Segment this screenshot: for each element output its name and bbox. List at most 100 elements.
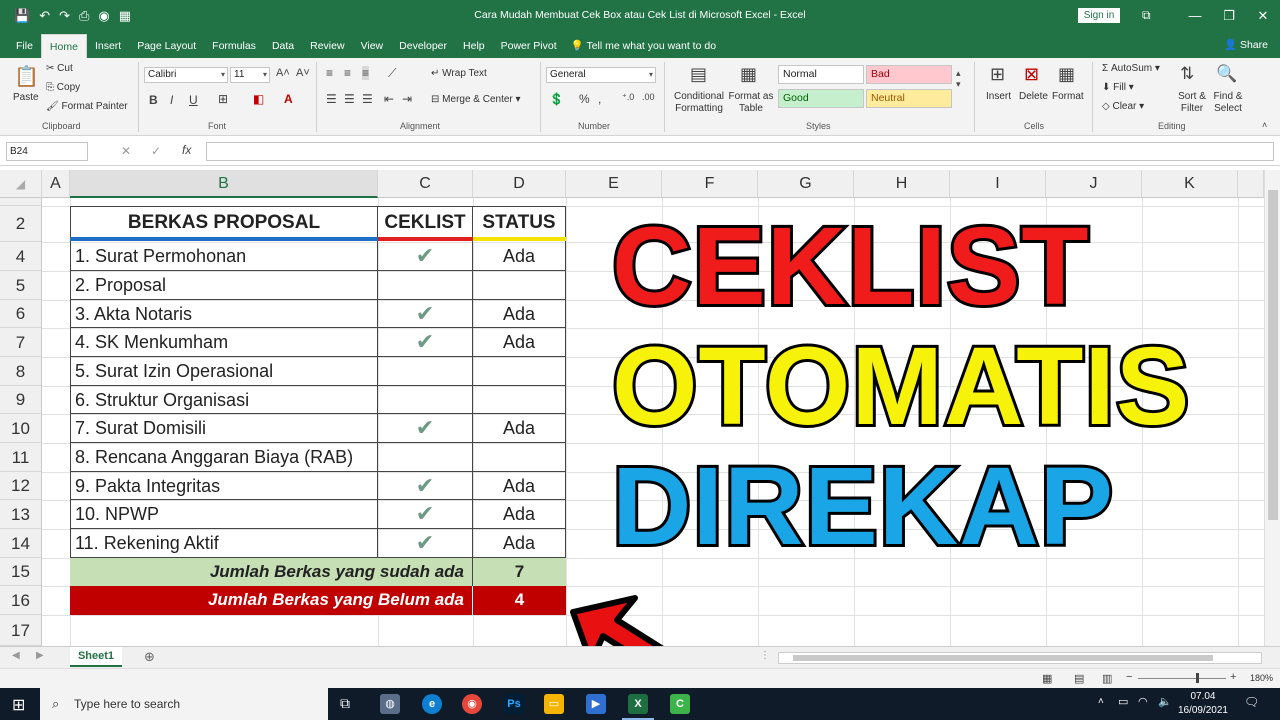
task-view-icon[interactable]: ⧉ — [340, 695, 350, 712]
status-cell[interactable]: Ada — [473, 414, 566, 443]
merge-center-button[interactable]: ⊟ Merge & Center ▾ — [431, 94, 521, 105]
clear-button[interactable]: ◇ Clear ▾ — [1102, 101, 1144, 112]
zoom-in-icon[interactable]: + — [1230, 671, 1236, 683]
row-header-17[interactable]: 17 — [0, 615, 42, 646]
status-cell[interactable] — [473, 271, 566, 300]
summary-missing-label-cell[interactable]: Jumlah Berkas yang Belum ada — [70, 586, 473, 615]
normal-view-icon[interactable]: ▦ — [1042, 672, 1052, 685]
new-sheet-icon[interactable]: ⊕ — [144, 649, 155, 665]
row-header-6[interactable]: 6 — [0, 300, 42, 328]
column-header-j[interactable]: J — [1046, 170, 1142, 198]
tab-insert[interactable]: Insert — [87, 34, 129, 58]
shrink-font-icon[interactable]: A˅ — [296, 67, 310, 79]
paste-button[interactable]: Paste — [13, 92, 39, 103]
horizontal-scrollbar[interactable] — [778, 652, 1262, 664]
column-header-k[interactable]: K — [1142, 170, 1238, 198]
close-button[interactable]: ✕ — [1246, 0, 1280, 32]
font-size-select[interactable]: 11 — [230, 67, 270, 83]
row-header-15[interactable]: 15 — [0, 558, 42, 586]
ceklist-cell[interactable] — [378, 357, 473, 386]
increase-decimal-icon[interactable]: ⁺.0 — [622, 92, 634, 103]
percent-icon[interactable]: % — [579, 92, 590, 106]
camtasia-icon[interactable]: C — [670, 694, 690, 714]
align-right-icon[interactable]: ☰ — [362, 92, 373, 106]
style-neutral[interactable]: Neutral — [866, 89, 952, 108]
row-header-11[interactable]: 11 — [0, 443, 42, 472]
table-icon[interactable]: ▦ — [119, 0, 131, 32]
item-name-cell[interactable]: 5. Surat Izin Operasional — [70, 357, 378, 386]
delete-cells-icon[interactable]: ⊠ — [1024, 64, 1039, 85]
format-painter-button[interactable]: 🖌 Format Painter — [46, 101, 128, 112]
increase-indent-icon[interactable]: ⇥ — [402, 92, 412, 106]
battery-icon[interactable]: ▭ — [1118, 695, 1128, 708]
tab-data[interactable]: Data — [264, 34, 302, 58]
item-name-cell[interactable]: 1. Surat Permohonan — [70, 242, 378, 271]
split-handle-icon[interactable]: ⋮ — [760, 650, 770, 661]
redo-icon[interactable]: ↷ — [59, 0, 70, 32]
spreadsheet-grid[interactable]: ◢ A B C D E F G H I J K 2 4 5 6 7 8 9 10… — [0, 170, 1280, 646]
column-header-l[interactable] — [1238, 170, 1264, 198]
status-cell[interactable]: Ada — [473, 529, 566, 558]
row-header-12[interactable]: 12 — [0, 472, 42, 500]
status-cell[interactable]: Ada — [473, 328, 566, 357]
notification-icon[interactable]: 🗨 — [1244, 695, 1259, 709]
item-name-cell[interactable]: 11. Rekening Aktif — [70, 529, 378, 558]
ceklist-cell[interactable]: ✔ — [378, 300, 473, 328]
insert-cells-button[interactable]: Insert — [986, 91, 1011, 102]
align-top-icon[interactable]: ≡ — [326, 66, 333, 80]
ceklist-cell[interactable] — [378, 443, 473, 472]
media-icon[interactable]: ▶ — [586, 694, 606, 714]
taskbar-search[interactable]: ⌕ Type here to search — [40, 688, 328, 720]
zoom-level[interactable]: 180% — [1250, 673, 1273, 683]
vertical-scroll-thumb[interactable] — [1268, 190, 1278, 520]
row-header-2[interactable]: 2 — [0, 206, 42, 242]
column-header-a[interactable]: A — [42, 170, 70, 198]
cut-button[interactable]: ✂ Cut — [46, 63, 73, 74]
ceklist-cell[interactable] — [378, 386, 473, 414]
zoom-slider[interactable] — [1138, 678, 1226, 679]
sheet-tab-sheet1[interactable]: Sheet1 — [70, 647, 122, 667]
comma-icon[interactable]: , — [598, 92, 601, 106]
number-format-select[interactable]: General — [546, 67, 656, 83]
ceklist-cell[interactable]: ✔ — [378, 328, 473, 357]
style-bad[interactable]: Bad — [866, 65, 952, 84]
delete-cells-button[interactable]: Delete — [1019, 91, 1048, 102]
status-cell[interactable] — [473, 357, 566, 386]
summary-missing-value-cell[interactable]: 4 — [473, 586, 566, 615]
tab-view[interactable]: View — [353, 34, 392, 58]
currency-icon[interactable]: 💲 — [549, 92, 564, 106]
item-name-cell[interactable]: 8. Rencana Anggaran Biaya (RAB) — [70, 443, 378, 472]
insert-function-icon[interactable]: fx — [182, 143, 191, 157]
format-as-table-icon[interactable]: ▦ — [740, 64, 757, 85]
ceklist-cell[interactable]: ✔ — [378, 414, 473, 443]
save-icon[interactable]: 💾 — [14, 0, 30, 32]
status-cell[interactable]: Ada — [473, 500, 566, 529]
name-box[interactable]: B24 — [6, 142, 88, 161]
align-left-icon[interactable]: ☰ — [326, 92, 337, 106]
row-header-7[interactable]: 7 — [0, 328, 42, 357]
item-name-cell[interactable]: 4. SK Menkumham — [70, 328, 378, 357]
item-name-cell[interactable]: 3. Akta Notaris — [70, 300, 378, 328]
row-header-8[interactable]: 8 — [0, 357, 42, 386]
zoom-out-icon[interactable]: − — [1126, 671, 1132, 683]
windows-start-icon[interactable]: ⊞ — [12, 695, 25, 715]
row-header-13[interactable]: 13 — [0, 500, 42, 529]
confirm-formula-icon[interactable]: ✓ — [151, 144, 161, 158]
volume-icon[interactable]: 🔈 — [1158, 695, 1172, 708]
ribbon-display-options-icon[interactable]: ⧉ — [1142, 8, 1151, 23]
summary-done-value-cell[interactable]: 7 — [473, 558, 566, 586]
ceklist-cell[interactable] — [378, 271, 473, 300]
column-header-e[interactable]: E — [566, 170, 662, 198]
format-cells-button[interactable]: Format — [1052, 91, 1084, 102]
next-sheet-icon[interactable]: ▶ — [36, 650, 44, 661]
undo-icon[interactable]: ↶ — [39, 0, 50, 32]
page-layout-view-icon[interactable]: ▤ — [1074, 672, 1084, 685]
status-cell[interactable] — [473, 386, 566, 414]
orientation-icon[interactable]: ⟋ — [388, 66, 396, 81]
maximize-button[interactable]: ❐ — [1212, 0, 1246, 32]
tab-formulas[interactable]: Formulas — [204, 34, 264, 58]
print-preview-icon[interactable]: ⎙ — [79, 0, 89, 32]
select-all-corner[interactable]: ◢ — [0, 170, 42, 198]
item-name-cell[interactable]: 9. Pakta Integritas — [70, 472, 378, 500]
conditional-formatting-button[interactable]: Conditional Formatting — [672, 91, 726, 115]
